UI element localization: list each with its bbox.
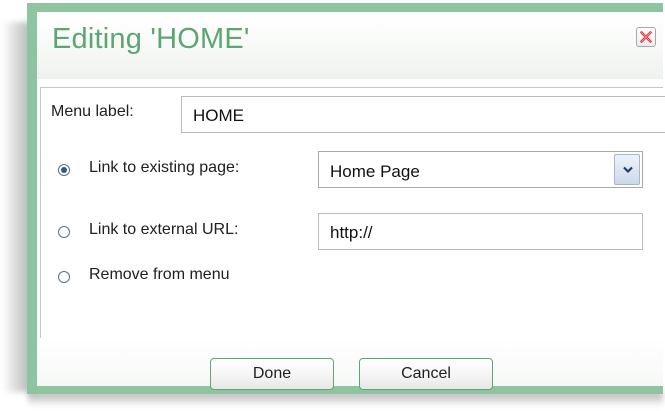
- screen: Editing 'HOME' Menu label: HOME Link to …: [0, 0, 665, 411]
- menu-label-label: Menu label:: [51, 103, 134, 120]
- edit-menu-dialog: Editing 'HOME' Menu label: HOME Link to …: [27, 3, 665, 394]
- remove-from-menu-label[interactable]: Remove from menu: [89, 266, 230, 284]
- link-external-label[interactable]: Link to external URL:: [89, 221, 238, 239]
- dialog-body: Editing 'HOME' Menu label: HOME Link to …: [37, 12, 665, 390]
- remove-from-menu-radio[interactable]: [58, 271, 70, 283]
- dialog-titlebar: Editing 'HOME': [37, 12, 663, 79]
- dialog-shadow-bottom: [28, 392, 663, 406]
- chevron-down-icon: [623, 166, 633, 174]
- existing-page-select[interactable]: Home Page: [318, 151, 643, 188]
- form-panel: Menu label: HOME Link to existing page: …: [40, 87, 665, 339]
- link-existing-label[interactable]: Link to existing page:: [89, 159, 239, 177]
- dialog-footer: Done Cancel: [37, 338, 663, 390]
- radio-selected-dot: [61, 167, 67, 173]
- cancel-button[interactable]: Cancel: [359, 358, 493, 390]
- close-button[interactable]: [636, 27, 656, 47]
- external-url-input[interactable]: http://: [318, 213, 643, 250]
- link-external-radio[interactable]: [58, 226, 70, 238]
- dialog-title: Editing 'HOME': [52, 23, 250, 55]
- link-existing-radio[interactable]: [58, 164, 70, 176]
- done-button[interactable]: Done: [210, 358, 334, 390]
- select-dropdown-button[interactable]: [614, 154, 640, 185]
- menu-label-input[interactable]: HOME: [181, 96, 665, 133]
- close-icon: [640, 31, 652, 43]
- existing-page-value: Home Page: [330, 162, 420, 181]
